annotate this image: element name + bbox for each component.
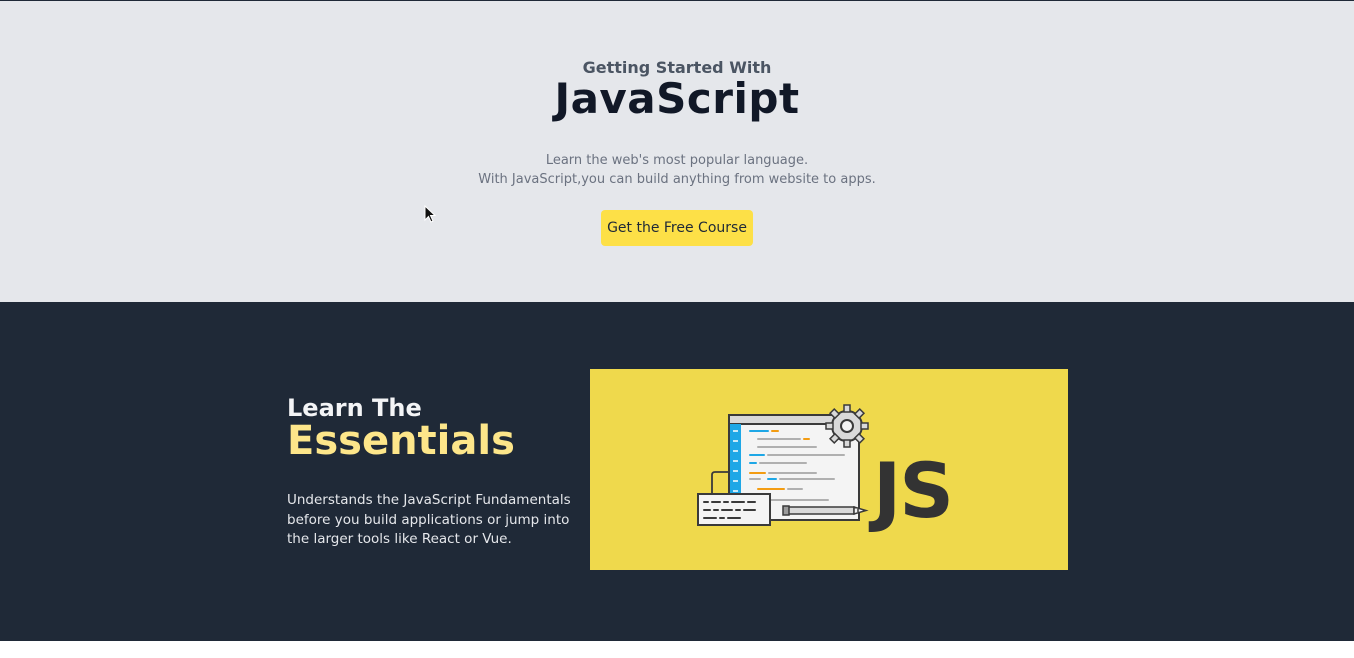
javascript-illustration: JS (590, 369, 1068, 570)
mouse-cursor-icon (424, 205, 437, 223)
hero-description-line-2: With JavaScript,you can build anything f… (478, 172, 876, 187)
essentials-description: Understands the JavaScript Fundamentals … (287, 492, 571, 547)
code-editor-illustration-icon: JS (697, 404, 954, 535)
essentials-section: Learn The Essentials Understands the Jav… (0, 302, 1354, 641)
hero-description: Learn the web's most popular language. W… (0, 151, 1354, 189)
hero-description-line-1: Learn the web's most popular language. (545, 153, 809, 168)
js-logo-text: JS (868, 446, 952, 535)
hero-section: Getting Started With JavaScript Learn th… (0, 1, 1354, 302)
essentials-title: Essentials (287, 418, 515, 464)
get-free-course-button[interactable]: Get the Free Course (601, 210, 753, 246)
hero-title: JavaScript (554, 74, 800, 123)
